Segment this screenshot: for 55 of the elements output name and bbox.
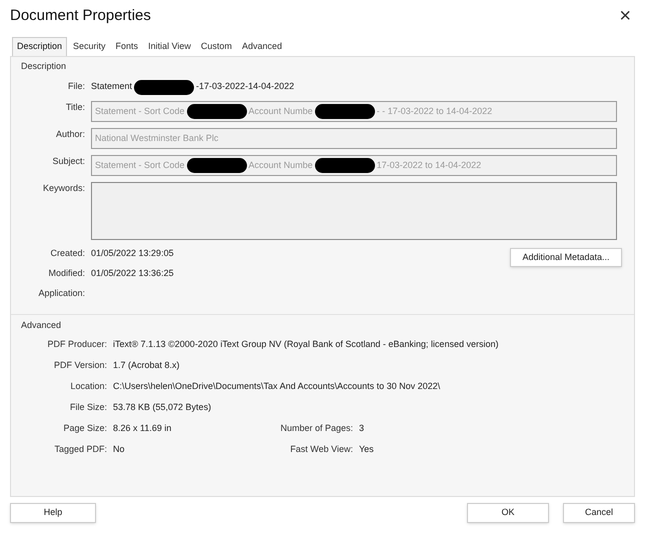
redaction-mark <box>134 80 194 94</box>
field-text: Account Numbe <box>248 158 313 172</box>
tab[interactable]: Initial View <box>144 37 195 56</box>
field-label: Location: <box>69 380 108 394</box>
field-value: 3 <box>359 422 364 436</box>
field-label: Title: <box>64 101 86 114</box>
field-text: Statement <box>91 80 132 94</box>
field-label: PDF Producer: <box>46 338 108 352</box>
field-label: Application: <box>37 287 86 300</box>
field-text: - - 17-03-2022 to 14-04-2022 <box>376 104 492 118</box>
field-label: Created: <box>49 247 86 260</box>
field-text: National Westminster Bank Plc <box>95 132 218 145</box>
field-value: 53.78 KB (55,072 Bytes) <box>113 401 212 414</box>
field-value: C:\Users\helen\OneDrive\Documents\Tax And Accounts\Accounts to 30 Nov 2022\ <box>113 380 440 394</box>
redaction-mark <box>186 104 247 119</box>
ok-button[interactable]: OK <box>467 502 549 522</box>
tab[interactable]: Advanced <box>238 37 286 56</box>
field-value: No <box>113 443 125 456</box>
close-button[interactable]: × <box>615 6 635 26</box>
field-label: Fast Web View: <box>289 443 354 456</box>
group-heading: Description <box>20 60 68 73</box>
field-text: Statement - Sort Code <box>95 104 185 118</box>
tab[interactable]: Fonts <box>112 37 142 56</box>
field-label: Keywords: <box>42 182 86 195</box>
field-label: Page Size: <box>62 422 108 436</box>
redaction-mark <box>314 104 375 119</box>
field-label: File: <box>66 80 86 94</box>
group-heading: Advanced <box>20 319 62 332</box>
help-button[interactable]: Help <box>10 502 96 522</box>
redaction-mark <box>186 158 247 173</box>
field-value: 1.7 (Acrobat 8.x) <box>113 359 180 372</box>
field-text: 17-03-2022 to 14-04-2022 <box>376 158 482 172</box>
field-label: Author: <box>54 128 86 141</box>
window-title: Document Properties <box>10 6 151 26</box>
field-text: Account Numbe <box>248 104 313 118</box>
field-value: iText® 7.1.13 ©2000-2020 iText Group NV (Royal Bank of Scotland - eBanking; licensed version) <box>113 338 498 352</box>
tab[interactable]: Description <box>12 37 68 56</box>
field-label: Modified: <box>47 267 86 280</box>
field-value: 01/05/2022 13:36:25 <box>91 267 174 280</box>
tab[interactable]: Custom <box>196 37 236 56</box>
field-text: Statement - Sort Code <box>95 158 185 172</box>
field-value: 01/05/2022 13:29:05 <box>91 247 174 260</box>
keywords-field[interactable] <box>91 182 617 240</box>
field-label: PDF Version: <box>52 359 108 372</box>
field-label: File Size: <box>68 401 108 414</box>
field-text: -17-03-2022-14-04-2022 <box>196 80 294 94</box>
field-label: Subject: <box>51 155 86 168</box>
additional-metadata-button[interactable]: Additional Metadata... <box>510 248 622 267</box>
field-value: Yes <box>359 443 374 456</box>
field-value: 8.26 x 11.69 in <box>113 422 172 436</box>
cancel-button[interactable]: Cancel <box>563 502 635 522</box>
redaction-mark <box>314 158 375 173</box>
field-label: Tagged PDF: <box>53 443 108 456</box>
tab[interactable]: Security <box>69 37 110 56</box>
field-label: Number of Pages: <box>279 422 354 436</box>
